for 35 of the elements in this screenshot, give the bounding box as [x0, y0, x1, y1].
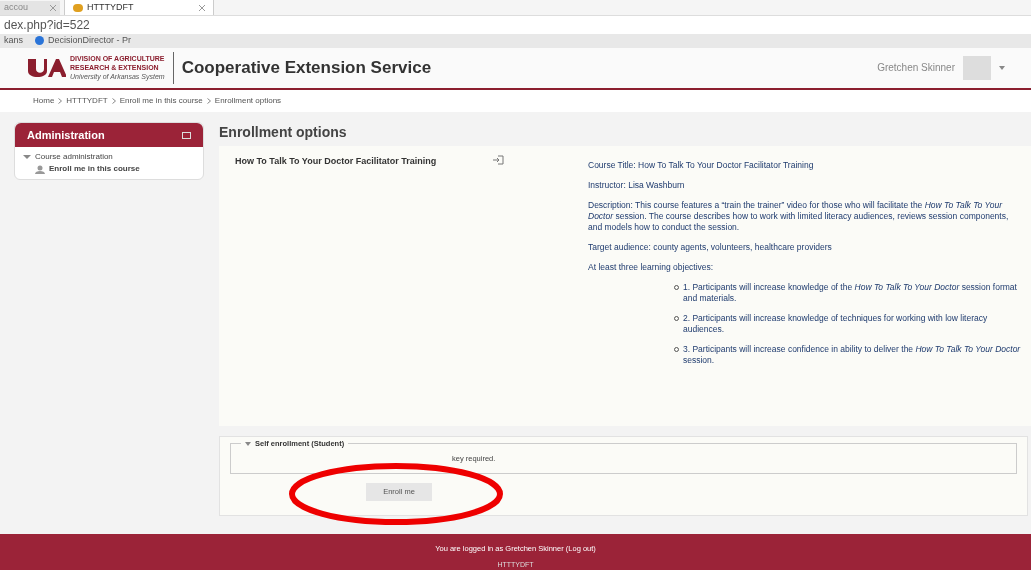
breadcrumb-link[interactable]: Home — [33, 95, 55, 108]
address-bar[interactable]: dex.php?id=522 — [0, 16, 1031, 34]
close-icon[interactable] — [199, 4, 205, 11]
chevron-icon — [58, 98, 63, 105]
chevron-icon — [206, 98, 211, 105]
breadcrumb-link[interactable]: HTTTYDFT — [66, 95, 108, 108]
logo-icon — [26, 56, 66, 79]
summary-paragraph: At least three learning objectives: — [587, 262, 715, 273]
course-name[interactable]: How To Talk To Your Doctor Facilitator Training — [235, 155, 465, 167]
summary-paragraph: Description: This course features a “train the trainer” video for those who will facilitate the How To Talk To Your Doctor session. The course describes how to work with limited literacy audiences, reviews session components, and models how to conduct the session. — [587, 200, 1010, 233]
chevron-icon — [111, 98, 116, 105]
close-icon[interactable] — [50, 5, 56, 11]
caret-icon[interactable] — [999, 65, 1005, 70]
breadcrumb-link[interactable]: Enroll me in this course — [119, 95, 203, 108]
bookmark-icon — [35, 36, 44, 46]
tree-item[interactable]: Course administration — [23, 151, 195, 163]
avatar-icon — [963, 55, 991, 80]
tree-item[interactable]: Enroll me in this course — [23, 163, 195, 175]
summary-paragraph: Instructor: Lisa Washburn — [587, 180, 686, 191]
page-heading: Enrollment options — [219, 123, 348, 142]
objective-text: 2. Participants will increase knowledge of techniques for working with low literacy audiences. — [683, 313, 989, 335]
collapse-icon[interactable] — [182, 131, 191, 139]
favicon-icon — [73, 3, 83, 12]
browser-tab[interactable]: HTTTYDFT — [64, 0, 214, 15]
summary-paragraph: Course Title: How To Talk To Your Doctor Facilitator Training — [587, 160, 815, 171]
person-icon — [35, 164, 45, 174]
bookmark[interactable]: DecisionDirector - Pr — [35, 34, 132, 48]
user-name[interactable]: Gretchen Skinner — [877, 60, 955, 76]
block-title: Administration — [27, 127, 105, 143]
summary-paragraph: Target audience: county agents, volunteers, healthcare providers — [587, 242, 833, 253]
objective-text: 1. Participants will increase knowledge of the How To Talk To Your Doctor session format and materials. — [683, 282, 1018, 304]
site-title: Cooperative Extension Service — [180, 57, 432, 80]
bookmark[interactable]: kans — [4, 34, 23, 48]
enrol-icon — [492, 155, 504, 165]
objective-text: 3. Participants will increase confidence in ability to deliver the How To Talk To Your Doctor session. — [683, 344, 1022, 366]
